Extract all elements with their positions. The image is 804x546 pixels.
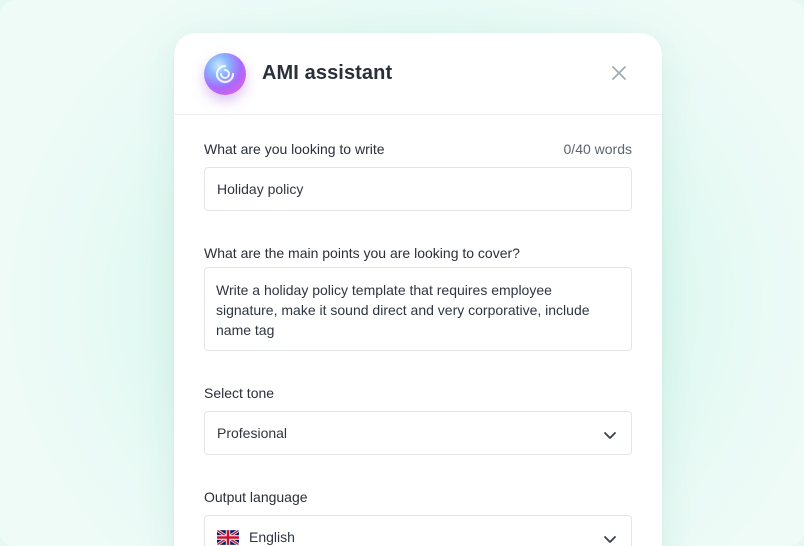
- close-icon[interactable]: [610, 64, 628, 82]
- swirl-logo-icon: [204, 53, 246, 95]
- chevron-down-icon: [603, 531, 617, 543]
- write-input[interactable]: Holiday policy: [204, 167, 632, 211]
- panel-header: AMI assistant: [174, 33, 662, 115]
- tone-selected-value: Profesional: [217, 425, 288, 441]
- tone-label: Select tone: [204, 385, 275, 401]
- points-label: What are the main points you are looking…: [204, 245, 520, 261]
- language-selected-value: English: [249, 529, 295, 545]
- language-select[interactable]: English: [204, 515, 632, 546]
- language-label: Output language: [204, 489, 308, 505]
- write-input-value: Holiday policy: [217, 181, 304, 197]
- points-textarea-value: Write a holiday policy template that req…: [216, 282, 590, 338]
- points-textarea[interactable]: Write a holiday policy template that req…: [204, 267, 632, 351]
- assistant-panel: AMI assistant What are you looking to wr…: [174, 33, 662, 546]
- tone-select[interactable]: Profesional: [204, 411, 632, 455]
- uk-flag-icon: [217, 530, 239, 545]
- write-label: What are you looking to write: [204, 141, 385, 157]
- chevron-down-icon: [603, 427, 617, 439]
- assistant-title: AMI assistant: [262, 62, 393, 84]
- word-counter: 0/40 words: [563, 141, 632, 157]
